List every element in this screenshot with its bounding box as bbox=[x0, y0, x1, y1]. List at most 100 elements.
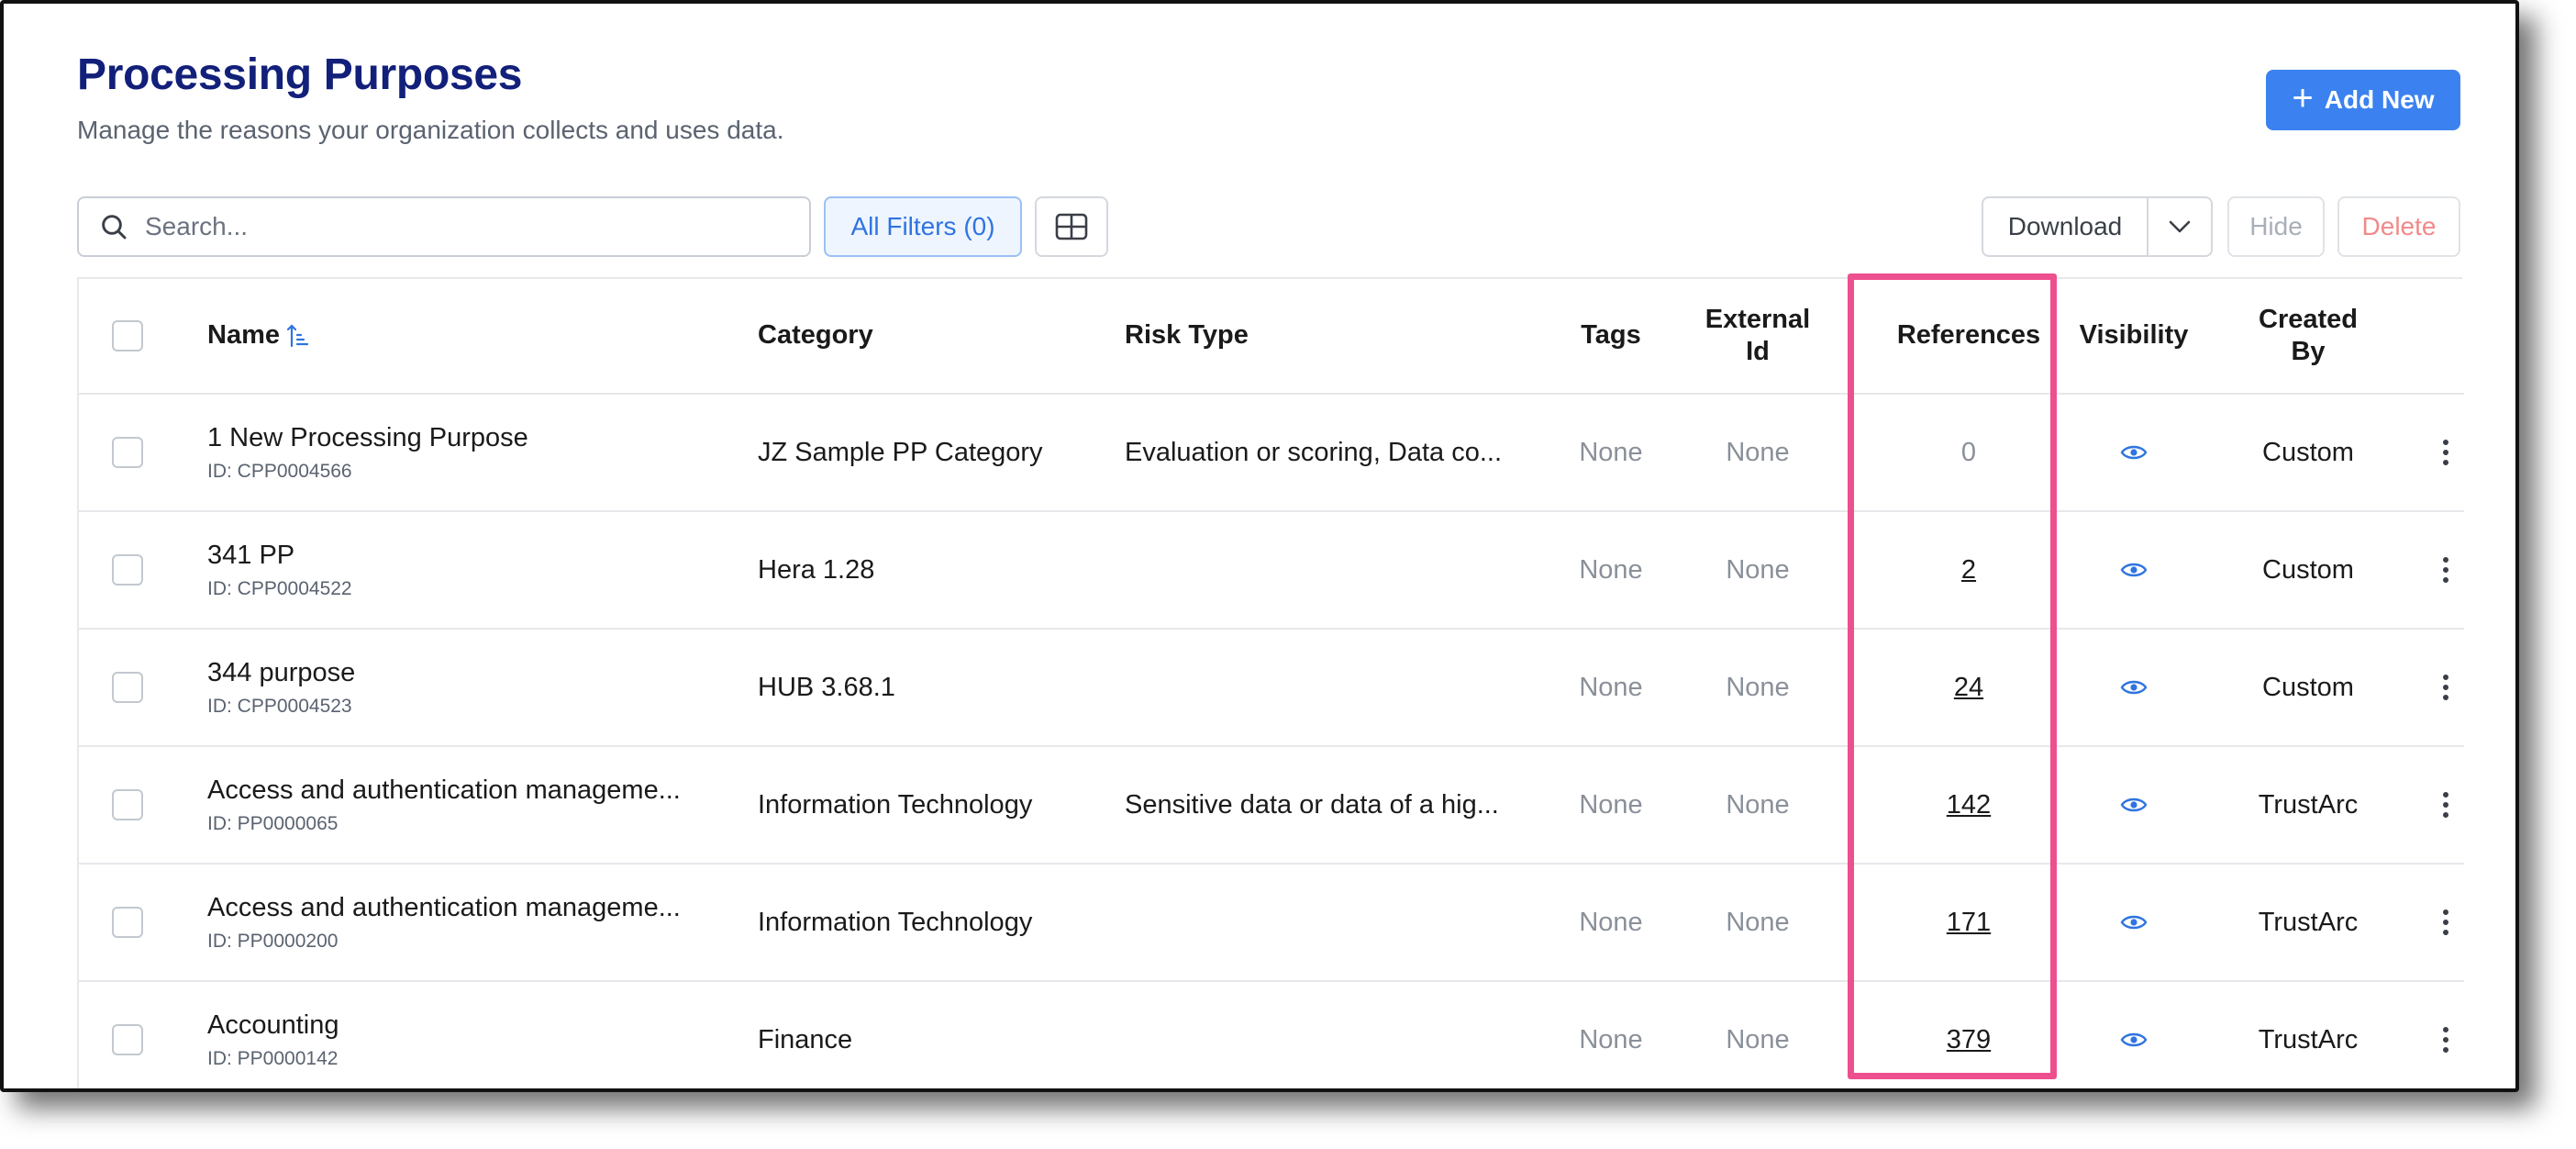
name-cell: 341 PP ID: CPP0004522 bbox=[207, 512, 739, 628]
eye-icon[interactable] bbox=[2120, 442, 2148, 463]
created-by-cell: Custom bbox=[2262, 672, 2354, 702]
external-id-cell: None bbox=[1726, 907, 1790, 937]
visibility-cell bbox=[2060, 395, 2207, 510]
download-button[interactable]: Download bbox=[1983, 198, 2149, 255]
eye-icon[interactable] bbox=[2120, 560, 2148, 580]
kebab-menu-icon[interactable] bbox=[2443, 675, 2448, 700]
row-actions-cell bbox=[2427, 982, 2464, 1088]
risk-type-cell bbox=[1125, 512, 1528, 628]
purpose-name[interactable]: 341 PP bbox=[207, 541, 294, 571]
column-header-tags[interactable]: Tags bbox=[1547, 279, 1675, 393]
column-header-visibility[interactable]: Visibility bbox=[2060, 279, 2207, 393]
eye-icon[interactable] bbox=[2120, 1030, 2148, 1050]
row-select-cell bbox=[112, 865, 143, 980]
table-row[interactable]: 1 New Processing Purpose ID: CPP0004566 … bbox=[79, 395, 2464, 512]
references-link[interactable]: 379 bbox=[1947, 1025, 1991, 1055]
row-checkbox[interactable] bbox=[112, 907, 143, 938]
row-checkbox[interactable] bbox=[112, 1024, 143, 1055]
row-checkbox[interactable] bbox=[112, 672, 143, 703]
category-cell: HUB 3.68.1 bbox=[758, 672, 895, 702]
kebab-menu-icon[interactable] bbox=[2443, 792, 2448, 818]
row-checkbox[interactable] bbox=[112, 789, 143, 820]
risk-type-cell: Evaluation or scoring, Data co... bbox=[1125, 437, 1503, 467]
table-header-row: Name Category Risk Type Tags External Id… bbox=[79, 279, 2464, 395]
column-header-category[interactable]: Category bbox=[758, 279, 873, 393]
table-row[interactable]: Access and authentication manageme... ID… bbox=[79, 747, 2464, 865]
references-link[interactable]: 2 bbox=[1961, 555, 1976, 586]
external-id-cell: None bbox=[1726, 437, 1790, 467]
references-cell: 171 bbox=[1859, 865, 2079, 980]
purpose-id: ID: PP0000200 bbox=[207, 930, 339, 952]
row-actions-cell bbox=[2427, 865, 2464, 980]
page-subtitle: Manage the reasons your organization col… bbox=[77, 116, 784, 144]
column-header-references[interactable]: References bbox=[1859, 279, 2079, 393]
row-checkbox[interactable] bbox=[112, 437, 143, 468]
visibility-cell bbox=[2060, 512, 2207, 628]
table-row[interactable]: Accounting ID: PP0000142 Finance None No… bbox=[79, 982, 2464, 1088]
eye-icon[interactable] bbox=[2120, 677, 2148, 697]
name-cell: Accounting ID: PP0000142 bbox=[207, 982, 739, 1088]
references-link[interactable]: 171 bbox=[1947, 908, 1991, 938]
eye-icon[interactable] bbox=[2120, 912, 2148, 932]
created-by-cell: Custom bbox=[2262, 437, 2354, 467]
kebab-menu-icon[interactable] bbox=[2443, 557, 2448, 583]
visibility-cell bbox=[2060, 982, 2207, 1088]
tags-cell: None bbox=[1579, 437, 1643, 467]
search-input[interactable] bbox=[145, 212, 769, 241]
references-cell: 0 bbox=[1859, 395, 2079, 510]
tags-cell: None bbox=[1579, 672, 1643, 702]
purpose-id: ID: CPP0004522 bbox=[207, 577, 352, 599]
name-cell: 344 purpose ID: CPP0004523 bbox=[207, 630, 739, 745]
references-link[interactable]: 0 bbox=[1961, 438, 1976, 468]
download-split-button: Download bbox=[1982, 196, 2213, 257]
external-id-cell: None bbox=[1726, 789, 1790, 820]
grid-layout-icon bbox=[1055, 213, 1088, 240]
download-menu-button[interactable] bbox=[2149, 198, 2211, 255]
column-header-external-id[interactable]: External Id bbox=[1693, 279, 1822, 393]
purpose-name[interactable]: 1 New Processing Purpose bbox=[207, 423, 528, 453]
created-by-cell: TrustArc bbox=[2258, 907, 2359, 937]
category-cell: Hera 1.28 bbox=[758, 554, 875, 585]
column-label-by: By bbox=[2291, 337, 2326, 366]
processing-purposes-table: Name Category Risk Type Tags External Id… bbox=[77, 277, 2464, 1088]
row-checkbox[interactable] bbox=[112, 554, 143, 586]
column-layout-button[interactable] bbox=[1035, 196, 1108, 257]
kebab-menu-icon[interactable] bbox=[2443, 909, 2448, 935]
select-all-checkbox[interactable] bbox=[112, 320, 143, 351]
purpose-name[interactable]: Access and authentication manageme... bbox=[207, 775, 681, 806]
purpose-name[interactable]: 344 purpose bbox=[207, 658, 355, 688]
external-id-cell: None bbox=[1726, 672, 1790, 702]
purpose-id: ID: PP0000065 bbox=[207, 812, 339, 834]
add-new-button[interactable]: + Add New bbox=[2266, 70, 2460, 130]
purpose-name[interactable]: Access and authentication manageme... bbox=[207, 893, 681, 923]
column-header-name[interactable]: Name bbox=[207, 279, 309, 393]
page-title: Processing Purposes bbox=[77, 50, 523, 99]
tags-cell: None bbox=[1579, 907, 1643, 937]
name-cell: Access and authentication manageme... ID… bbox=[207, 747, 739, 863]
all-filters-button[interactable]: All Filters (0) bbox=[824, 196, 1022, 257]
table-row[interactable]: 341 PP ID: CPP0004522 Hera 1.28 None Non… bbox=[79, 512, 2464, 630]
category-cell: Finance bbox=[758, 1024, 853, 1054]
tags-cell: None bbox=[1579, 1024, 1643, 1054]
kebab-menu-icon[interactable] bbox=[2443, 440, 2448, 465]
references-link[interactable]: 142 bbox=[1947, 790, 1991, 820]
purpose-id: ID: PP0000142 bbox=[207, 1047, 339, 1069]
name-cell: 1 New Processing Purpose ID: CPP0004566 bbox=[207, 395, 739, 510]
eye-icon[interactable] bbox=[2120, 795, 2148, 815]
search-icon bbox=[102, 215, 127, 240]
column-header-created-by[interactable]: Created By bbox=[2235, 279, 2382, 393]
sort-ascending-icon bbox=[286, 324, 309, 348]
external-id-cell: None bbox=[1726, 554, 1790, 585]
delete-button[interactable]: Delete bbox=[2337, 196, 2460, 257]
table-row[interactable]: 344 purpose ID: CPP0004523 HUB 3.68.1 No… bbox=[79, 630, 2464, 747]
search-box[interactable] bbox=[77, 196, 811, 257]
column-header-risk-type[interactable]: Risk Type bbox=[1125, 279, 1249, 393]
purpose-name[interactable]: Accounting bbox=[207, 1010, 339, 1041]
name-cell: Access and authentication manageme... ID… bbox=[207, 865, 739, 980]
table-row[interactable]: Access and authentication manageme... ID… bbox=[79, 865, 2464, 982]
select-all-cell bbox=[112, 279, 143, 393]
hide-button[interactable]: Hide bbox=[2227, 196, 2325, 257]
kebab-menu-icon[interactable] bbox=[2443, 1027, 2448, 1053]
plus-icon: + bbox=[2292, 78, 2314, 118]
references-link[interactable]: 24 bbox=[1954, 673, 1983, 703]
